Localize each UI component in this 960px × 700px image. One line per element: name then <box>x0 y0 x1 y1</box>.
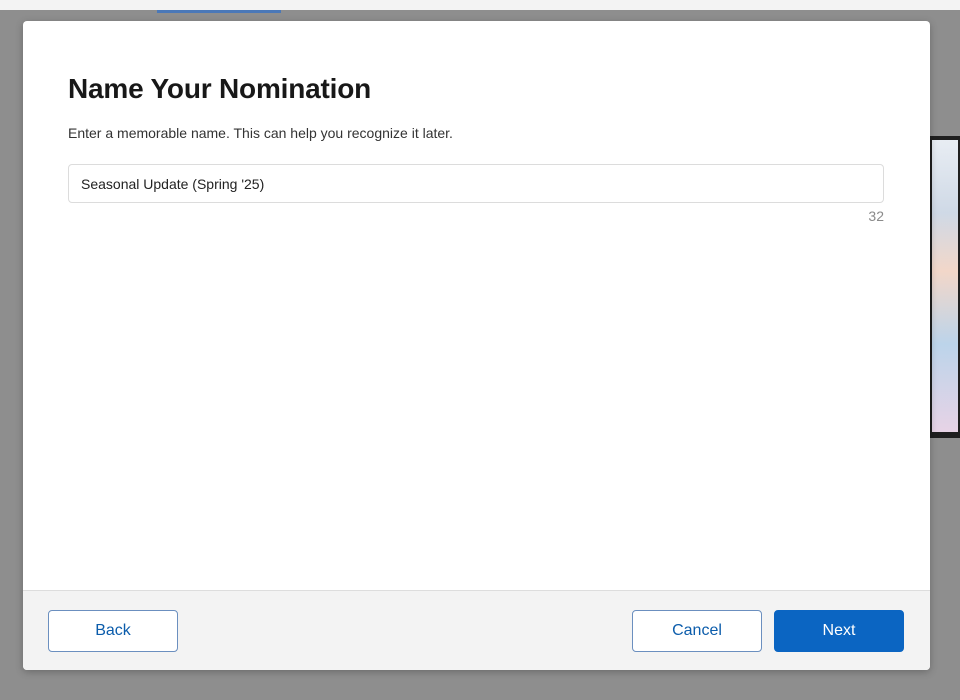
background-active-tab-indicator <box>157 10 281 13</box>
background-header <box>0 0 960 13</box>
background-app-content <box>932 140 958 432</box>
back-button[interactable]: Back <box>48 610 178 652</box>
cancel-button[interactable]: Cancel <box>632 610 762 652</box>
nomination-modal: Name Your Nomination Enter a memorable n… <box>23 21 930 670</box>
modal-subtitle: Enter a memorable name. This can help yo… <box>68 125 453 141</box>
modal-body: Name Your Nomination Enter a memorable n… <box>23 21 930 590</box>
modal-footer: Back Cancel Next <box>23 590 930 670</box>
next-button[interactable]: Next <box>774 610 904 652</box>
character-count: 32 <box>868 208 884 224</box>
nomination-name-input[interactable] <box>68 164 884 203</box>
modal-title: Name Your Nomination <box>68 73 372 104</box>
background-app-preview <box>930 136 960 438</box>
